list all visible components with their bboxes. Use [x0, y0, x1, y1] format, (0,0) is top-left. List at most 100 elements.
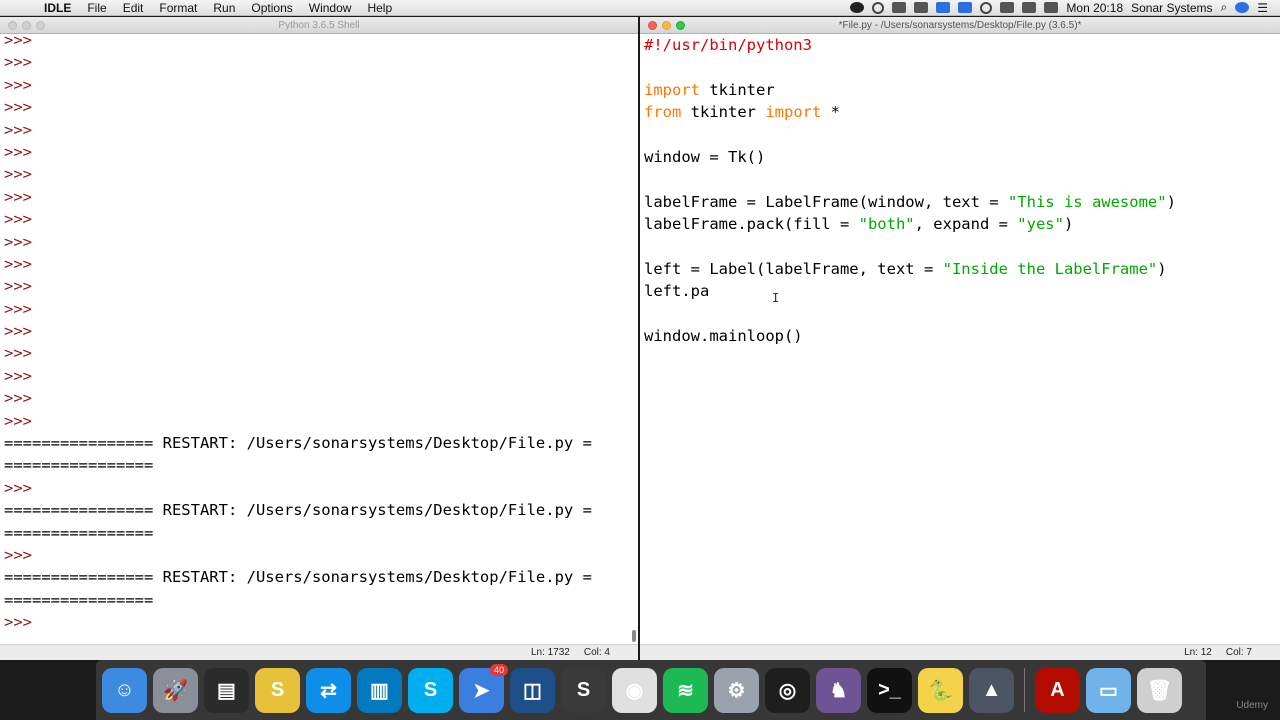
shell-window: Python 3.6.5 Shell >>> >>> >>> >>> >>> >>> >>>…: [0, 17, 638, 660]
dock-github-desktop-icon[interactable]: ♞: [816, 667, 861, 713]
menu-edit[interactable]: Edit: [115, 0, 152, 16]
line-number: Ln: 12: [1184, 647, 1212, 658]
shell-prompt: >>>: [4, 254, 32, 273]
menu-window[interactable]: Window: [301, 0, 360, 16]
cloud-icon[interactable]: [914, 2, 929, 13]
menu-bar: IDLE File Edit Format Run Options Window…: [0, 0, 1280, 16]
shell-output-line: ================ RESTART: /Users/sonarsy…: [4, 501, 592, 520]
menu-file[interactable]: File: [79, 0, 114, 16]
shell-output-line: ================: [4, 456, 154, 475]
zoom-button[interactable]: [676, 21, 685, 30]
editor-status-bar: Ln: 12 Col: 7: [640, 644, 1280, 660]
code-line-3: import tkinter: [644, 79, 1272, 101]
wifi-icon[interactable]: [1022, 2, 1037, 13]
dock-screens-icon[interactable]: ◫: [510, 667, 555, 713]
menu-idle[interactable]: IDLE: [36, 0, 79, 16]
close-button[interactable]: [648, 21, 657, 30]
dock-downloads-folder-icon[interactable]: ▭: [1086, 667, 1131, 713]
dock-activity-monitor-icon[interactable]: ▤: [204, 667, 249, 713]
code-text: , expand =: [914, 215, 1018, 234]
shell-scrollbar[interactable]: [630, 34, 636, 644]
dock-system-preferences-icon[interactable]: ⚙: [714, 667, 759, 713]
shell-prompt: >>>: [4, 120, 32, 139]
code-text: left.pa: [644, 282, 710, 301]
activity-monitor-glyph-icon: ▤: [217, 679, 236, 702]
shell-output-line: ================: [4, 590, 154, 609]
trello-glyph-icon: ▥: [370, 679, 389, 702]
menubar-status-area: Mon 20:18 Sonar Systems ⌕ ☰: [850, 0, 1280, 15]
battery-icon[interactable]: [1044, 2, 1059, 13]
shell-prompt: >>>: [4, 232, 32, 251]
code-text: ): [1063, 215, 1074, 234]
shell-prompt: >>>: [4, 545, 32, 564]
code-keyword: import: [644, 80, 700, 99]
code-text: labelFrame.pack(fill =: [644, 215, 859, 234]
dock-trello-icon[interactable]: ▥: [357, 667, 402, 713]
status-target-icon[interactable]: [872, 1, 885, 14]
dock-spotify-icon[interactable]: ≋: [663, 667, 708, 713]
dock-finder-icon[interactable]: ☺: [102, 667, 147, 713]
launchpad-glyph-icon: 🚀: [163, 679, 188, 702]
dock-teamviewer-icon[interactable]: ⇄: [306, 667, 351, 713]
dock-acrobat-reader-icon[interactable]: A: [1035, 667, 1080, 713]
code-line-14: window.mainloop(): [644, 325, 1272, 347]
code-line-6: window = Tk(): [644, 146, 1272, 168]
dock-terminal-icon[interactable]: >_: [867, 667, 912, 713]
terminal-glyph-icon: >_: [878, 678, 901, 701]
dock-launchpad-icon[interactable]: 🚀: [153, 667, 198, 713]
shell-prompt: >>>: [4, 210, 32, 229]
dock-skype-icon[interactable]: S: [408, 667, 453, 713]
spotify-glyph-icon: ≋: [677, 679, 694, 702]
screen-icon[interactable]: [958, 2, 973, 13]
dock-rocket-icon[interactable]: ▲: [969, 667, 1014, 713]
dock: ☺ 🚀 ▤ S ⇄ ▥ S ➤ 40 ◫ S ◉ ≋ ⚙ ◎ ♞ >_ 🐍 ▲ A ▭ 🗑: [96, 660, 1206, 720]
dock-chrome-icon[interactable]: ◉: [612, 667, 657, 713]
menu-run[interactable]: Run: [205, 0, 243, 16]
menubar-clock[interactable]: Mon 20:18: [1066, 1, 1123, 15]
editor-title-bar[interactable]: *File.py - /Users/sonarsystems/Desktop/F…: [640, 17, 1280, 34]
menu-options[interactable]: Options: [243, 0, 300, 16]
shell-prompt: >>>: [4, 98, 32, 117]
column-number: Col: 7: [1225, 647, 1252, 658]
dock-airmail-icon[interactable]: ➤ 40: [459, 663, 508, 713]
menu-help[interactable]: Help: [359, 0, 400, 16]
scrollbar-thumb[interactable]: [632, 630, 636, 642]
dock-scrivener-icon[interactable]: S: [255, 667, 300, 713]
code-text: labelFrame = LabelFrame(window, text =: [644, 192, 1008, 211]
notification-center-icon[interactable]: ☰: [1257, 1, 1268, 15]
code-editor[interactable]: #!/usr/bin/python3 import tkinter from t…: [644, 34, 1272, 644]
code-string: "Inside the LabelFrame": [942, 259, 1158, 278]
screens-glyph-icon: ◫: [523, 679, 542, 702]
sublime-text-glyph-icon: S: [576, 678, 591, 701]
code-string: "yes": [1017, 215, 1064, 234]
sync-icon[interactable]: [936, 2, 951, 13]
time-machine-icon[interactable]: [980, 1, 993, 14]
status-app-icon[interactable]: [850, 2, 865, 13]
teamviewer-glyph-icon: ⇄: [320, 679, 337, 702]
dock-sublime-text-icon[interactable]: S: [561, 667, 606, 713]
shell-prompt: >>>: [4, 322, 32, 341]
rocket-glyph-icon: ▲: [981, 678, 1002, 701]
dock-trash-icon[interactable]: 🗑: [1137, 667, 1182, 713]
minimize-button[interactable]: [662, 21, 671, 30]
menu-format[interactable]: Format: [151, 0, 205, 16]
dock-python-launcher-icon[interactable]: 🐍: [918, 667, 963, 713]
editor-window-controls: [648, 21, 685, 30]
shell-prompt: >>>: [4, 75, 32, 94]
trash-glyph-icon: 🗑: [1146, 679, 1173, 702]
skype-glyph-icon: S: [423, 678, 438, 701]
dock-obs-icon[interactable]: ◎: [765, 667, 810, 713]
code-line-12: left.pa: [644, 280, 1272, 302]
bluetooth-icon[interactable]: [1000, 2, 1015, 13]
menubar-user[interactable]: Sonar Systems: [1131, 1, 1212, 15]
spotlight-search-icon[interactable]: ⌕: [1221, 0, 1228, 15]
shell-output-line: ================ RESTART: /Users/sonarsy…: [4, 434, 592, 453]
shell-prompt: >>>: [4, 277, 32, 296]
code-line-4: from tkinter import *: [644, 101, 1272, 123]
code-keyword: from: [644, 103, 682, 122]
downloads-folder-glyph-icon: ▭: [1099, 679, 1118, 702]
status-grid-icon[interactable]: [892, 2, 907, 13]
shell-output[interactable]: >>> >>> >>> >>> >>> >>> >>> >>> >>> >>> >>> >>> >>> >…: [4, 29, 630, 644]
siri-icon[interactable]: [1235, 2, 1250, 13]
